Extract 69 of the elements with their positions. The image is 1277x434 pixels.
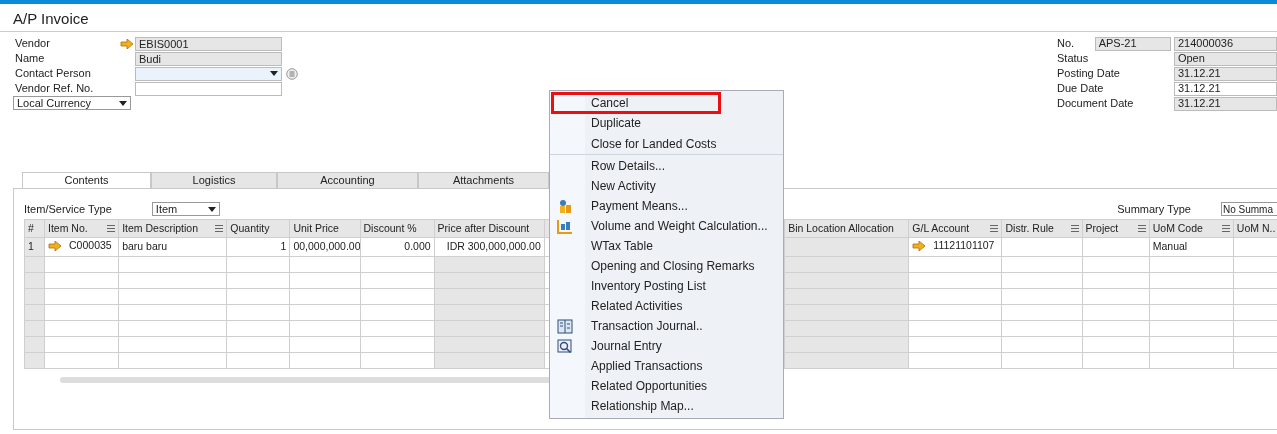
input-field[interactable]: 214000036 bbox=[1173, 36, 1277, 51]
menu-item[interactable]: Duplicate bbox=[550, 113, 783, 133]
table-cell-text: C000035 bbox=[69, 238, 112, 253]
tab[interactable]: Attachments bbox=[418, 172, 549, 188]
field-label: Contact Person bbox=[15, 66, 92, 82]
summary-select[interactable]: No Summa bbox=[1221, 202, 1277, 216]
type-select[interactable]: Item bbox=[151, 202, 220, 216]
field-label: Vendor bbox=[15, 36, 51, 52]
table-cell-text: 11121101107 bbox=[933, 238, 995, 253]
coins-icon bbox=[557, 199, 573, 214]
menu-item[interactable]: New Activity bbox=[550, 176, 783, 196]
menu-icon[interactable] bbox=[215, 225, 224, 232]
field-label: Name bbox=[15, 51, 46, 67]
menu-item[interactable]: Related Activities bbox=[550, 296, 783, 316]
menu-item[interactable]: Applied Transactions bbox=[550, 356, 783, 376]
menu-icon[interactable] bbox=[1221, 225, 1230, 232]
menu-item[interactable]: Inventory Posting List bbox=[550, 276, 783, 296]
list-icon[interactable] bbox=[286, 67, 298, 80]
table-cell: 1 bbox=[28, 239, 34, 252]
caret-icon bbox=[270, 71, 278, 76]
menu-item[interactable]: Cancel bbox=[552, 93, 720, 113]
tab[interactable]: Logistics bbox=[151, 172, 277, 188]
field-label: Summary Type bbox=[1117, 201, 1191, 217]
menu-item[interactable]: Volume and Weight Calculation... bbox=[550, 216, 783, 236]
tab[interactable]: Contents bbox=[22, 172, 151, 188]
menu-item[interactable]: Opening and Closing Remarks bbox=[550, 256, 783, 276]
input-field[interactable]: 31.12.21 bbox=[1173, 66, 1277, 81]
table-cell: Manual bbox=[1152, 239, 1188, 252]
ledger-icon bbox=[557, 319, 573, 334]
link-arrow-icon[interactable] bbox=[912, 240, 926, 251]
chart-icon bbox=[557, 219, 573, 234]
field-label: No. bbox=[1057, 36, 1076, 52]
field-label: Vendor Ref. No. bbox=[15, 81, 95, 97]
menu-item[interactable]: Payment Means... bbox=[550, 196, 783, 216]
menu-icon[interactable] bbox=[990, 225, 999, 232]
input-field[interactable]: APS-21 bbox=[1094, 36, 1171, 51]
menu-item[interactable]: Journal Entry bbox=[550, 336, 783, 356]
caret-icon bbox=[207, 206, 216, 212]
input-field[interactable]: EBIS0001 bbox=[135, 36, 282, 51]
menu-item[interactable]: Transaction Journal.. bbox=[550, 316, 783, 336]
caret-icon bbox=[119, 100, 127, 106]
menu-item[interactable]: Relationship Map... bbox=[550, 396, 783, 416]
dropdown-field[interactable] bbox=[135, 66, 282, 81]
link-arrow-icon[interactable] bbox=[120, 38, 133, 49]
field-label: Posting Date bbox=[1057, 66, 1121, 82]
input-field[interactable]: Open bbox=[1173, 51, 1277, 66]
menu-item[interactable]: Close for Landed Costs bbox=[550, 133, 783, 155]
field-label: Document Date bbox=[1057, 96, 1135, 112]
menu-item[interactable]: Related Opportunities bbox=[550, 376, 783, 396]
link-arrow-icon[interactable] bbox=[48, 240, 62, 251]
input-field[interactable] bbox=[135, 81, 282, 96]
currency-select[interactable]: Local Currency bbox=[13, 96, 131, 110]
tab[interactable]: Accounting bbox=[277, 172, 418, 188]
table-cell: 0.000 bbox=[404, 239, 431, 252]
field-label: Item/Service Type bbox=[24, 201, 112, 217]
menu-icon[interactable] bbox=[107, 225, 116, 232]
menu-icon[interactable] bbox=[1070, 225, 1079, 232]
input-field[interactable]: Budi bbox=[135, 51, 282, 66]
input-field[interactable]: 31.12.21 bbox=[1173, 81, 1277, 96]
menu-icon[interactable] bbox=[1137, 225, 1146, 232]
search-icon bbox=[557, 339, 573, 354]
field-label: Due Date bbox=[1057, 81, 1105, 97]
menu-item[interactable]: Row Details... bbox=[550, 156, 783, 176]
table-cell: 1 bbox=[280, 239, 287, 252]
table-cell: baru baru bbox=[122, 239, 168, 252]
window-title: A/P Invoice bbox=[0, 4, 1277, 32]
input-field[interactable]: 31.12.21 bbox=[1173, 96, 1277, 111]
table-cell: IDR 300,000,000.00 bbox=[446, 239, 541, 252]
field-label: Status bbox=[1057, 51, 1090, 67]
